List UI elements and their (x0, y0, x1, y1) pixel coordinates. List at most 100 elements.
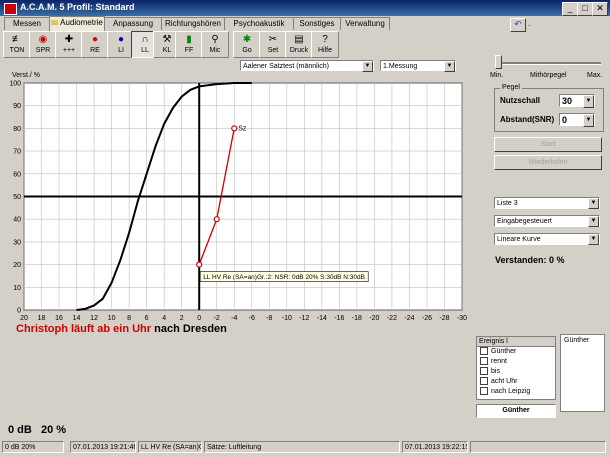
spr-button[interactable]: ◉ SPR (29, 31, 57, 58)
ton-button[interactable]: ≢ TON (3, 31, 31, 58)
x-tick-label: 16 (55, 315, 63, 322)
y-tick-label: 10 (13, 285, 21, 292)
tab-psychoakustik[interactable]: Psychoakustik (224, 17, 294, 30)
plus-icon: ✚ (64, 34, 74, 45)
tab-verwaltung[interactable]: Verwaltung (340, 17, 390, 30)
status-start-time: 07.01.2013 19:21:46 (70, 441, 136, 453)
checkbox[interactable] (480, 367, 488, 376)
ereignis-item[interactable]: Günther (477, 347, 555, 357)
ereignis-item-label: acht Uhr (491, 378, 518, 385)
status-mode: Sätze: Luftleitung (204, 441, 400, 453)
mic-label: Mic (209, 47, 221, 54)
checkbox[interactable] (480, 387, 488, 396)
repeat-button[interactable]: Wiederholen (494, 155, 602, 170)
ff-button[interactable]: ▮ FF (175, 31, 203, 58)
data-point (213, 216, 220, 223)
sliders-icon: ≢ (12, 34, 22, 45)
x-tick-label: 12 (90, 315, 98, 322)
x-tick-label: -22 (387, 315, 397, 322)
sentence-target: Christoph läuft ab ein Uhr (16, 323, 152, 335)
abstand-select[interactable]: 0 ▼ (559, 113, 595, 127)
x-tick-label: 20 (20, 315, 28, 322)
undo-button[interactable]: ↶ (510, 18, 526, 32)
x-tick-label: -4 (231, 315, 237, 322)
ereignis-detail: Günther (560, 334, 605, 412)
x-tick-label: -2 (214, 315, 220, 322)
annotation-text: LL HV Re (SA=an)Gr.:2: NSR: 0dB 20% S:30… (203, 274, 365, 281)
tab-richtungshoeren[interactable]: Richtungshören (161, 17, 225, 30)
chevron-down-icon: ▼ (588, 198, 599, 209)
x-tick-label: 2 (180, 315, 184, 322)
ereignis-item[interactable]: acht Uhr (477, 377, 555, 387)
ereignis-header: Ereignis l (477, 337, 555, 347)
ereignis-item[interactable]: nach Leipzig (477, 387, 555, 397)
y-tick-label: 60 (13, 171, 21, 178)
ereignis-item[interactable]: bis (477, 367, 555, 377)
list-select[interactable]: Liste 3 ▼ (494, 197, 600, 209)
re-button[interactable]: ● RE (81, 31, 109, 58)
chevron-down-icon: ▼ (588, 234, 599, 245)
checkbox[interactable] (480, 357, 488, 366)
set-button[interactable]: ✂ Set (259, 31, 287, 58)
re-label: RE (90, 47, 100, 54)
status-empty (470, 441, 606, 453)
start-button[interactable]: Start (494, 137, 602, 152)
x-tick-label: -8 (266, 315, 272, 322)
x-tick-label: -18 (352, 315, 362, 322)
tab-messen[interactable]: Messen (4, 17, 50, 30)
x-tick-label: -20 (369, 315, 379, 322)
x-tick-label: -10 (282, 315, 292, 322)
level-slider-thumb[interactable] (495, 55, 502, 69)
curve-select[interactable]: Lineare Kurve ▼ (494, 233, 600, 245)
tab-sonstiges[interactable]: Sonstiges (293, 17, 341, 30)
ton-label: TON (9, 47, 25, 54)
status-test-info: LL HV Re (SA=an)Gr.: (138, 441, 202, 453)
close-button[interactable]: ✕ (592, 2, 608, 16)
speaker-icon: ▮ (186, 34, 192, 45)
mode-select[interactable]: Eingabegesteuert ▼ (494, 215, 600, 227)
y-tick-label: 100 (9, 81, 21, 88)
x-tick-label: -14 (317, 315, 327, 322)
noise-label: +++ (62, 47, 76, 54)
app-icon (4, 3, 17, 15)
nutzschall-label: Nutzschall (500, 96, 541, 105)
level-slider-track[interactable] (497, 62, 601, 65)
x-tick-label: 10 (108, 315, 116, 322)
hilfe-button[interactable]: ? Hilfe (311, 31, 339, 58)
y-tick-label: 20 (13, 262, 21, 269)
ereignis-item-label: rennt (491, 358, 507, 365)
ereignis-item-label: bis (491, 368, 500, 375)
x-tick-label: -24 (404, 315, 414, 322)
title-bar: A.C.A.M. 5 Profil: Standard _ □ ✕ (0, 0, 610, 16)
ereignis-item-label: nach Leipzig (491, 388, 531, 395)
set-label: Set (267, 47, 279, 54)
tab-audiometrie[interactable]: Audiometrie (49, 16, 105, 31)
slider-max-label: Max. (587, 72, 603, 79)
x-tick-label: 14 (73, 315, 81, 322)
dot-marker: . (528, 19, 531, 28)
ereignis-item[interactable]: rennt (477, 357, 555, 367)
x-tick-label: 6 (145, 315, 149, 322)
noise-button[interactable]: ✚ +++ (55, 31, 83, 58)
selected-word: Günther (476, 404, 556, 418)
y-tick-label: 80 (13, 126, 21, 133)
minimize-button[interactable]: _ (562, 2, 578, 16)
y-tick-label: 40 (13, 217, 21, 224)
tab-anpassung[interactable]: Anpassung (104, 17, 162, 30)
mic-button[interactable]: ⚲ Mic (201, 31, 229, 58)
chevron-down-icon: ▼ (588, 216, 599, 227)
checkbox[interactable] (480, 377, 488, 386)
maximize-button[interactable]: □ (577, 2, 593, 16)
point-label: Sz (238, 125, 247, 132)
spr-label: SPR (35, 47, 51, 54)
checkbox[interactable] (480, 347, 488, 356)
nutzschall-select[interactable]: 30 ▼ (559, 94, 595, 108)
x-tick-label: -26 (422, 315, 432, 322)
printer-icon: ▤ (294, 34, 304, 45)
sentence-rest: nach Dresden (154, 323, 227, 335)
druck-button[interactable]: ▤ Druck (285, 31, 313, 58)
toolbar: ≢ TON ◉ SPR ✚ +++ ● RE ● LI ∩ LL ⚒ KL ▮ FF ⚲ Mic … (0, 31, 340, 58)
ff-label: FF (184, 47, 194, 54)
slider-min-label: Min. (490, 72, 504, 79)
go-button[interactable]: ✱ Go (233, 31, 261, 58)
